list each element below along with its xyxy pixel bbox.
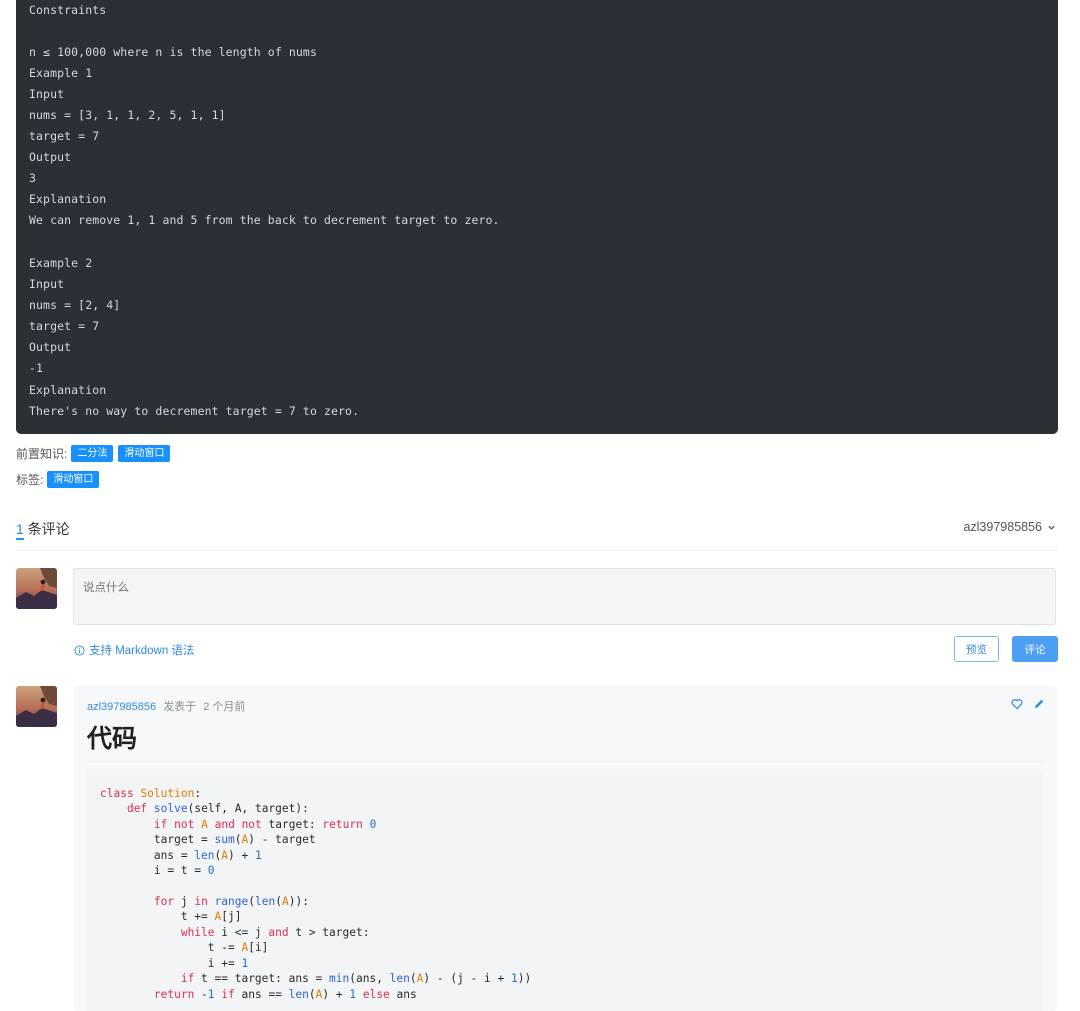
post-actions bbox=[1011, 698, 1045, 710]
code-line: class Solution: bbox=[100, 787, 202, 800]
problem-description: Constraints n ≤ 100,000 where n is the l… bbox=[16, 0, 1058, 434]
markdown-hint-label: 支持 Markdown 语法 bbox=[89, 645, 195, 657]
post-meta: azl397985856 发表于 2 个月前 bbox=[87, 698, 245, 714]
post-title: 代码 bbox=[87, 725, 138, 753]
tag-sliding-window[interactable]: 滑动窗口 bbox=[118, 445, 171, 462]
code-line: if t == target: ans = min(ans, len(A) - … bbox=[180, 972, 532, 985]
preview-button[interactable]: 预览 bbox=[954, 636, 999, 662]
avatar bbox=[16, 568, 57, 609]
problem-line: We can remove 1, 1 and 5 from the back t… bbox=[29, 213, 500, 227]
code-block: class Solution: def solve(self, A, targe… bbox=[87, 770, 1043, 1011]
problem-line: Output bbox=[29, 340, 72, 354]
problem-line: Constraints bbox=[29, 3, 107, 17]
tag-sliding-window[interactable]: 滑动窗口 bbox=[47, 471, 100, 488]
problem-line: Input bbox=[29, 277, 65, 291]
code-line: return -1 if ans == len(A) + 1 else ans bbox=[153, 988, 417, 1001]
post-posted-label: 发表于 bbox=[163, 701, 197, 713]
problem-line: n ≤ 100,000 where n is the length of num… bbox=[29, 45, 317, 59]
divider bbox=[16, 550, 1058, 551]
code-line: while i <= j and t > target: bbox=[180, 926, 370, 939]
comment-count: 1 条评论 bbox=[16, 519, 70, 539]
code-line: t -= A[i] bbox=[100, 941, 269, 954]
problem-line: There's no way to decrement target = 7 t… bbox=[29, 404, 360, 418]
code-line: for j in range(len(A)): bbox=[153, 895, 309, 908]
problem-line: Input bbox=[29, 87, 65, 101]
code-line: i += 1 bbox=[100, 957, 249, 970]
comment-count-label: 条评论 bbox=[27, 521, 70, 537]
problem-line: Explanation bbox=[29, 383, 107, 397]
problem-line: Output bbox=[29, 150, 72, 164]
labels-label: 标签: bbox=[16, 473, 44, 487]
problem-line: target = 7 bbox=[29, 129, 100, 143]
edit-icon[interactable] bbox=[1033, 698, 1045, 710]
divider bbox=[87, 761, 1044, 762]
comment-count-number: 1 bbox=[16, 521, 24, 537]
code-line: target = sum(A) - target bbox=[100, 833, 316, 846]
problem-line: target = 7 bbox=[29, 319, 100, 333]
avatar bbox=[16, 686, 57, 727]
problem-line: Explanation bbox=[29, 192, 107, 206]
labels-row: 标签: 滑动窗口 bbox=[16, 471, 104, 488]
current-username: azl397985856 bbox=[963, 520, 1042, 534]
problem-line: nums = [3, 1, 1, 2, 5, 1, 1] bbox=[29, 108, 226, 122]
code-line: t += A[j] bbox=[100, 910, 242, 923]
prerequisites-label: 前置知识: bbox=[16, 447, 68, 461]
info-icon bbox=[74, 644, 85, 656]
post-author[interactable]: azl397985856 bbox=[87, 701, 156, 713]
post-time: 2 个月前 bbox=[203, 701, 246, 713]
heart-icon[interactable] bbox=[1011, 698, 1023, 710]
comment-count-underline bbox=[16, 538, 24, 540]
problem-line: 3 bbox=[29, 171, 37, 185]
code-line: ans = len(A) + 1 bbox=[100, 849, 262, 862]
code-line: def solve(self, A, target): bbox=[126, 802, 309, 815]
tag-binary-search[interactable]: 二分法 bbox=[71, 445, 114, 462]
markdown-hint[interactable]: 支持 Markdown 语法 bbox=[74, 642, 194, 658]
problem-line: -1 bbox=[29, 361, 44, 375]
comment-input-box[interactable] bbox=[73, 568, 1056, 625]
user-menu[interactable]: azl397985856 bbox=[963, 520, 1056, 534]
comment-post: azl397985856 发表于 2 个月前 代码 class Solution… bbox=[74, 686, 1057, 1011]
problem-line: Example 2 bbox=[29, 256, 93, 270]
comment-input[interactable] bbox=[83, 579, 1046, 617]
problem-line: nums = [2, 4] bbox=[29, 298, 121, 312]
code-line: i = t = 0 bbox=[100, 864, 215, 877]
problem-line: Example 1 bbox=[29, 66, 93, 80]
prerequisites-row: 前置知识: 二分法 滑动窗口 bbox=[16, 445, 175, 462]
submit-comment-button[interactable]: 评论 bbox=[1012, 636, 1058, 662]
chevron-down-icon bbox=[1048, 525, 1055, 530]
code-line: if not A and not target: return 0 bbox=[153, 818, 377, 831]
